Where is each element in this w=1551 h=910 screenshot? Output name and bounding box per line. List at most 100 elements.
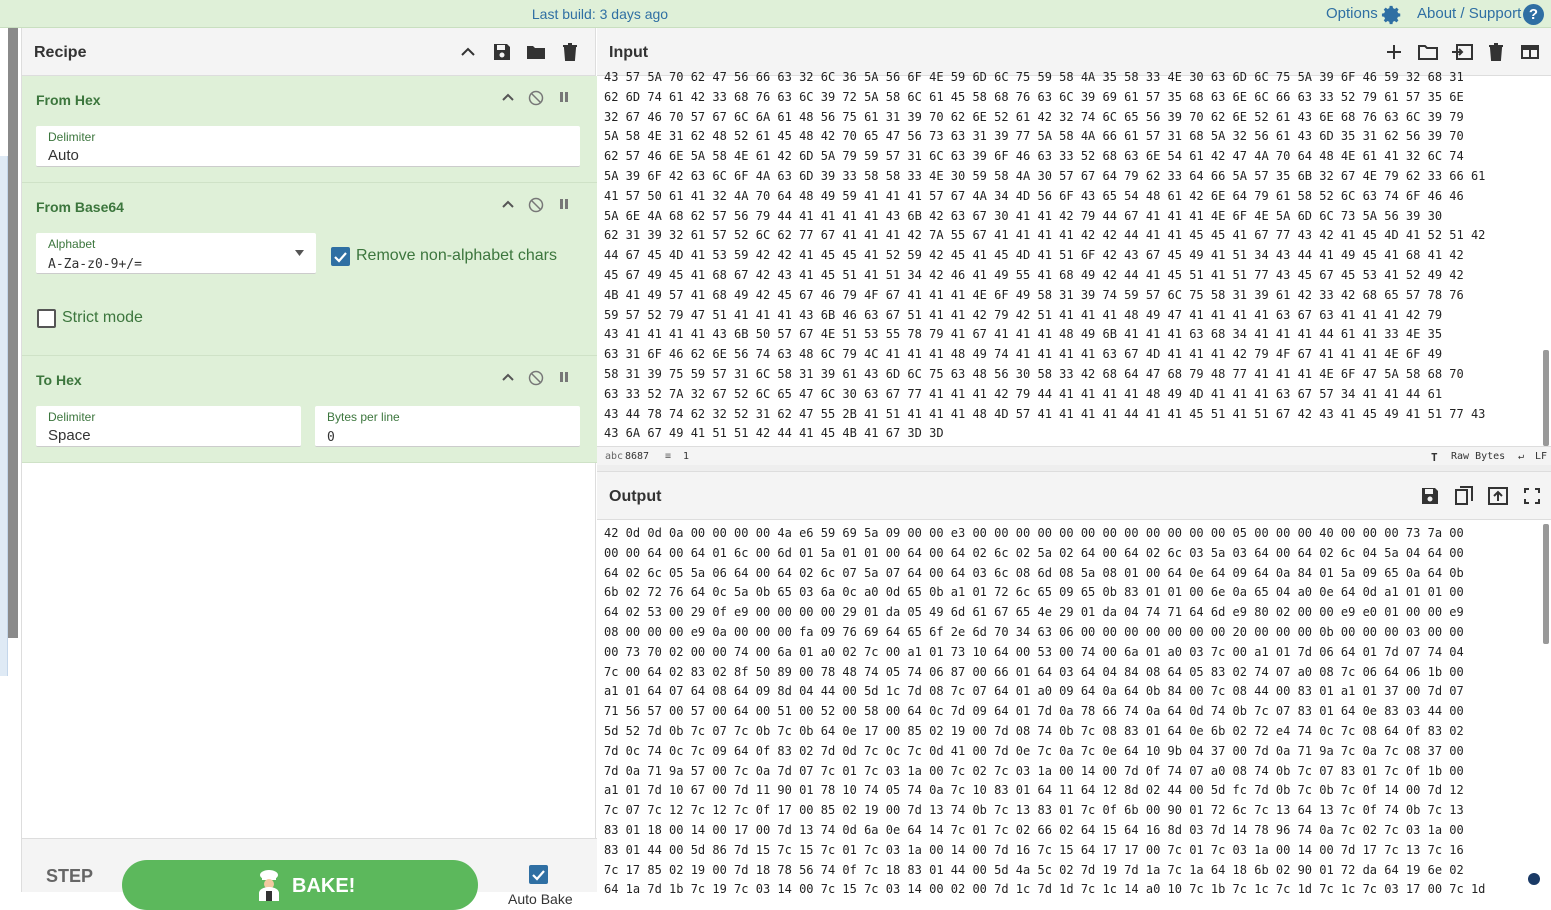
delimiter-field[interactable]: Delimiter Auto	[36, 126, 580, 167]
op-name: From Hex	[36, 92, 101, 108]
chevron-up-icon[interactable]	[502, 370, 514, 391]
field-value: Space	[48, 427, 91, 444]
alphabet-select[interactable]: Alphabet A-Za-z0-9+/=	[36, 233, 316, 274]
text-line: 44 67 45 4D 41 53 59 42 42 41 45 45 41 5…	[604, 248, 1464, 263]
field-value: Auto	[48, 147, 79, 164]
text-line: 5A 58 4E 31 62 48 52 61 45 48 42 70 65 4…	[604, 129, 1464, 144]
operations-list-edge	[0, 156, 8, 676]
text-line: 71 56 57 00 57 00 64 00 51 00 52 00 58 0…	[604, 704, 1464, 719]
text-line: 32 67 46 70 57 67 6C 6A 61 48 56 75 61 3…	[604, 109, 1464, 124]
delimiter-field[interactable]: Delimiter Space	[36, 406, 301, 447]
chevron-up-icon[interactable]	[502, 197, 514, 218]
step-button[interactable]: STEP	[46, 866, 93, 887]
text-line: 43 57 5A 70 62 47 56 66 63 32 6C 36 5A 5…	[604, 70, 1464, 84]
text-line: 64 02 6c 05 5a 06 64 00 64 02 6c 07 5a 0…	[604, 565, 1464, 580]
fullscreen-icon[interactable]	[1521, 485, 1543, 507]
operations-scrollbar[interactable]	[8, 28, 18, 638]
bake-controls: STEP BAKE! Auto Bake	[22, 838, 597, 910]
text-line: a1 01 64 07 64 08 64 09 8d 04 44 00 5d 1…	[604, 684, 1464, 699]
text-line: 7d 0c 74 0c 7c 09 64 0f 83 02 7d 0d 7c 0…	[604, 743, 1464, 758]
text-size-icon: T	[1431, 451, 1438, 464]
help-icon[interactable]: ?	[1523, 4, 1544, 25]
text-line: 62 31 39 32 61 57 52 6C 62 77 67 41 41 4…	[604, 228, 1486, 243]
field-label: Alphabet	[48, 237, 96, 251]
replace-input-icon[interactable]	[1487, 485, 1509, 507]
magic-icon[interactable]	[1528, 873, 1540, 885]
text-line: 62 57 46 6E 5A 58 4E 61 42 6D 5A 79 59 5…	[604, 149, 1464, 164]
collapse-all-icon[interactable]	[457, 41, 479, 63]
bake-button[interactable]: BAKE!	[122, 860, 478, 910]
operations-panel-edge	[0, 28, 20, 892]
text-line: 43 6A 67 49 41 51 51 42 44 41 45 4B 41 6…	[604, 426, 944, 441]
text-line: 4B 41 49 57 41 68 49 42 45 67 46 79 4F 6…	[604, 287, 1464, 302]
text-line: 83 01 44 00 5d 86 7d 15 7c 15 7c 01 7c 0…	[604, 842, 1464, 857]
gear-icon[interactable]	[1381, 4, 1403, 26]
disable-icon[interactable]	[528, 197, 544, 218]
remove-nonalphabet-label: Remove non-alphabet chars	[356, 247, 558, 264]
dropdown-arrow-icon[interactable]	[295, 250, 304, 256]
line-count: 1	[683, 451, 690, 462]
text-line: 5A 39 6F 42 63 6C 6F 4A 63 6D 39 33 58 5…	[604, 168, 1486, 183]
disable-icon[interactable]	[528, 90, 544, 111]
text-line: 42 0d 0d 0a 00 00 00 00 4a e6 59 69 5a 0…	[604, 526, 1464, 540]
recipe-title: Recipe	[34, 44, 87, 61]
return-icon: ↵	[1518, 451, 1525, 462]
load-recipe-icon[interactable]	[525, 41, 547, 63]
add-tab-icon[interactable]	[1383, 41, 1405, 63]
op-from-hex: From Hex Delimiter Auto	[22, 76, 597, 183]
open-file-icon[interactable]	[1451, 41, 1473, 63]
lines-icon: ≡	[665, 451, 672, 462]
layout-icon[interactable]	[1519, 41, 1541, 63]
text-line: 63 31 6F 46 62 6E 56 74 63 48 6C 79 4C 4…	[604, 347, 1443, 362]
text-line: 7c 00 64 02 83 02 8f 50 89 00 78 48 74 0…	[604, 664, 1464, 679]
clear-recipe-icon[interactable]	[559, 41, 581, 63]
pause-icon[interactable]	[558, 197, 570, 218]
copy-output-icon[interactable]	[1453, 485, 1475, 507]
input-textarea[interactable]: 43 57 5A 70 62 47 56 66 63 32 6C 36 5A 5…	[604, 68, 1529, 446]
text-line: 41 57 50 61 41 32 4A 70 64 48 49 59 41 4…	[604, 188, 1464, 203]
last-build-text: Last build: 3 days ago	[531, 6, 669, 22]
clear-input-icon[interactable]	[1485, 41, 1507, 63]
output-header: Output	[597, 472, 1551, 520]
pause-icon[interactable]	[558, 370, 570, 391]
pause-icon[interactable]	[558, 90, 570, 111]
field-value: 0	[327, 430, 335, 445]
save-output-icon[interactable]	[1419, 485, 1441, 507]
field-label: Bytes per line	[327, 410, 400, 424]
chef-icon	[259, 870, 279, 901]
open-folder-icon[interactable]	[1417, 41, 1439, 63]
text-line: 7c 17 85 02 19 00 7d 18 78 56 74 0f 7c 1…	[604, 862, 1464, 877]
output-textarea[interactable]: 42 0d 0d 0a 00 00 00 00 4a e6 59 69 5a 0…	[604, 524, 1529, 893]
text-line: 00 00 64 00 64 01 6c 00 6d 01 5a 01 01 0…	[604, 545, 1464, 560]
about-support-link[interactable]: About / Support	[1417, 5, 1521, 22]
bytes-per-line-field[interactable]: Bytes per line 0	[315, 406, 580, 447]
input-status-bar: abc 8687 ≡ 1 T Raw Bytes ↵ LF	[597, 446, 1551, 465]
input-panel: Input 43 57 5A 70 62 47 56 66 63 32 6C 3…	[597, 28, 1551, 465]
check-icon	[334, 252, 347, 263]
text-line: 5A 6E 4A 68 62 57 56 79 44 41 41 41 41 4…	[604, 208, 1443, 223]
input-scrollbar[interactable]	[1543, 350, 1549, 446]
text-line: 64 1a 7d 1b 7c 19 7c 03 14 00 7c 15 7c 0…	[604, 882, 1486, 893]
remove-nonalphabet-checkbox[interactable]	[331, 247, 350, 266]
text-line: 83 01 18 00 14 00 17 00 7d 13 74 0d 6a 0…	[604, 822, 1464, 837]
output-scrollbar[interactable]	[1543, 524, 1549, 644]
bake-label: BAKE!	[292, 875, 356, 897]
options-link[interactable]: Options	[1326, 5, 1378, 22]
op-name: From Base64	[36, 199, 124, 215]
text-line: 00 73 70 02 00 00 74 00 6a 01 a0 02 7c 0…	[604, 644, 1464, 659]
auto-bake-checkbox[interactable]	[529, 865, 548, 884]
strict-mode-checkbox[interactable]	[37, 309, 56, 328]
op-to-hex: To Hex Delimiter Space Bytes per line 0	[22, 356, 597, 463]
text-line: 7d 0a 71 9a 57 00 7c 0a 7d 07 7c 01 7c 0…	[604, 763, 1464, 778]
disable-icon[interactable]	[528, 370, 544, 391]
recipe-header: Recipe	[22, 28, 595, 76]
strict-mode-label: Strict mode	[62, 309, 143, 326]
text-line: 43 41 41 41 41 43 6B 50 57 67 4E 51 53 5…	[604, 327, 1443, 342]
char-count: 8687	[625, 451, 650, 462]
op-name: To Hex	[36, 372, 82, 388]
raw-bytes-label[interactable]: Raw Bytes	[1451, 451, 1505, 462]
save-recipe-icon[interactable]	[491, 41, 513, 63]
line-ending-label[interactable]: LF	[1535, 451, 1547, 462]
chevron-up-icon[interactable]	[502, 90, 514, 111]
text-line: a1 01 7d 10 67 00 7d 11 90 01 78 10 74 0…	[604, 783, 1464, 798]
